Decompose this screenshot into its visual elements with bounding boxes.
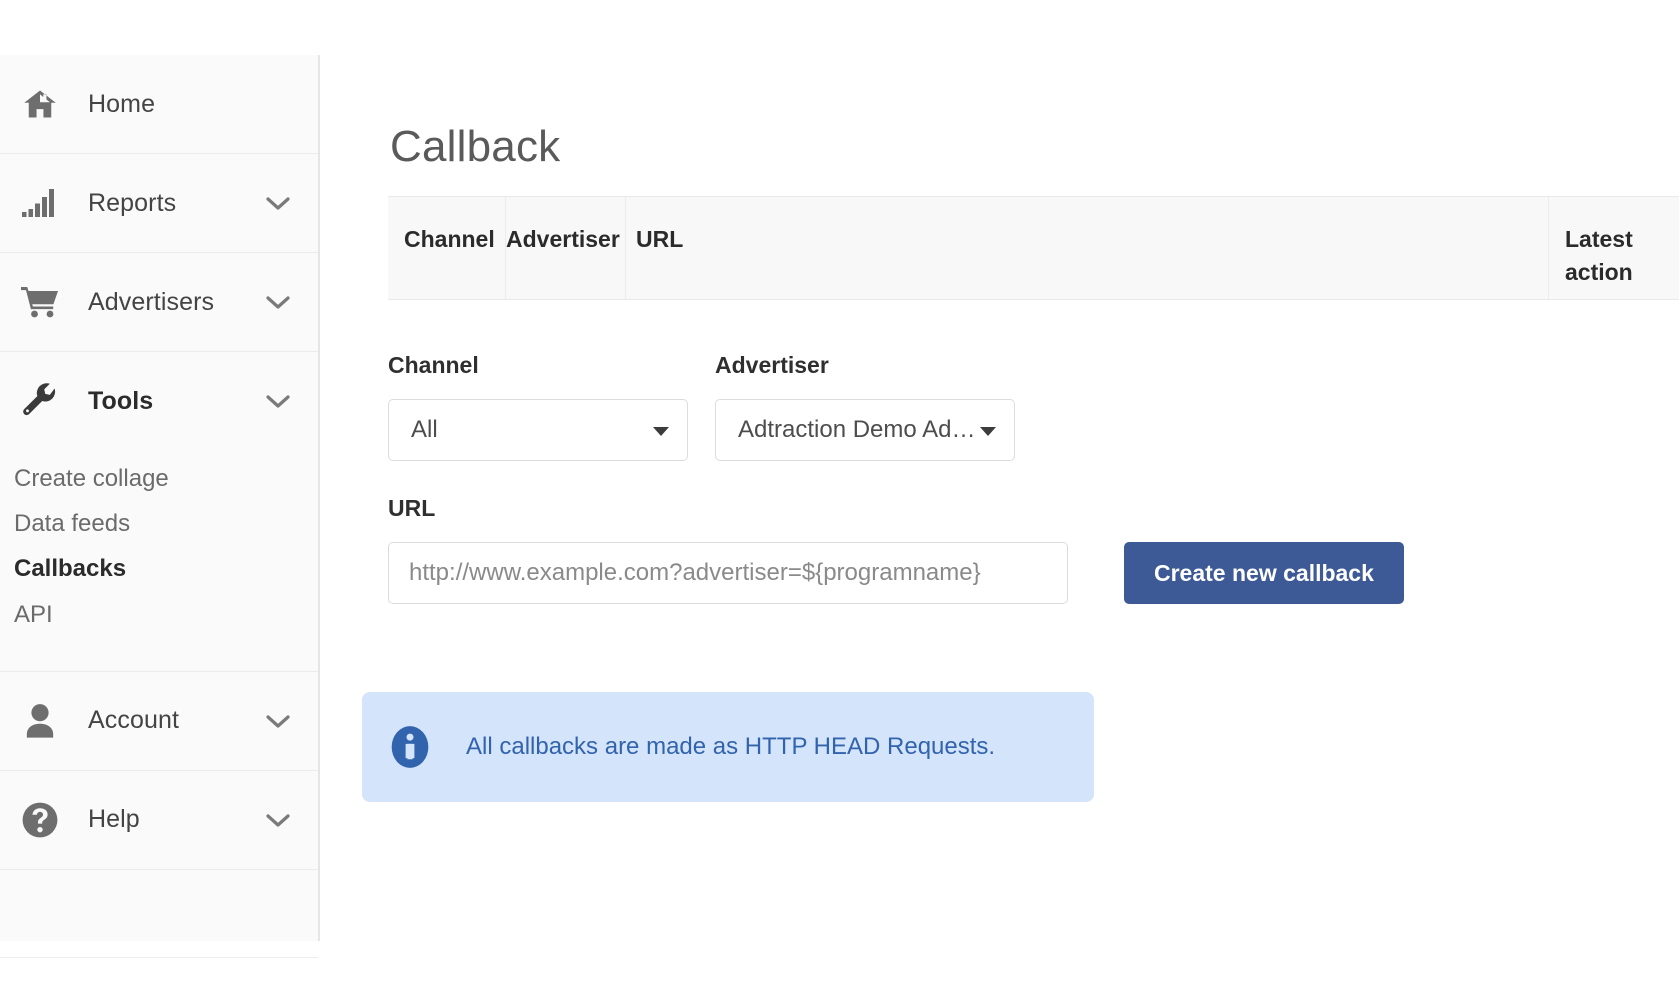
- sidebar-item-label: Advertisers: [88, 287, 215, 316]
- url-input[interactable]: [388, 542, 1068, 604]
- sidebar-item-reports[interactable]: Reports: [0, 154, 318, 253]
- chevron-down-icon[interactable]: [264, 194, 292, 212]
- sidebar-item-home[interactable]: Home: [0, 55, 318, 154]
- sidebar-subitem-api[interactable]: API: [0, 592, 318, 637]
- sidebar-item-account[interactable]: Account: [0, 672, 318, 771]
- table-header-advertiser: Advertiser: [506, 197, 626, 299]
- chevron-down-icon: [653, 427, 669, 436]
- filter-row: Channel All Advertiser Adtraction Demo A…: [388, 352, 1015, 461]
- sidebar-item-label: Tools: [88, 386, 154, 415]
- info-circle-icon: [388, 725, 432, 769]
- table-header-row: Channel Advertiser URL Latest action: [388, 196, 1679, 300]
- page-title: Callback: [390, 122, 561, 171]
- wrench-icon: [14, 382, 66, 420]
- sidebar-item-label: Account: [88, 706, 180, 735]
- chevron-down-icon: [980, 427, 996, 436]
- table-header-url: URL: [626, 197, 1549, 299]
- sidebar-subitem-data-feeds[interactable]: Data feeds: [0, 501, 318, 546]
- create-new-callback-button[interactable]: Create new callback: [1124, 542, 1404, 604]
- sidebar-item-label: Home: [88, 89, 156, 118]
- question-circle-icon: [14, 801, 66, 839]
- table-header-channel: Channel: [388, 197, 506, 299]
- callbacks-table: Channel Advertiser URL Latest action: [388, 196, 1679, 300]
- channel-label: Channel: [388, 352, 479, 378]
- info-alert-text: All callbacks are made as HTTP HEAD Requ…: [466, 733, 996, 760]
- home-icon: [14, 86, 66, 122]
- channel-select[interactable]: All: [388, 399, 688, 461]
- sidebar-item-label: Help: [88, 805, 140, 834]
- sidebar-subitem-callbacks[interactable]: Callbacks: [0, 546, 318, 591]
- bar-chart-icon: [14, 188, 66, 218]
- advertiser-field: Advertiser Adtraction Demo Ad…: [715, 352, 1015, 461]
- info-alert: All callbacks are made as HTTP HEAD Requ…: [362, 692, 1094, 802]
- sidebar-item-advertisers[interactable]: Advertisers: [0, 253, 318, 352]
- main-content: Callback Channel Advertiser URL Latest a…: [320, 0, 1679, 1000]
- url-label: URL: [388, 495, 436, 521]
- advertiser-select[interactable]: Adtraction Demo Ad…: [715, 399, 1015, 461]
- shopping-cart-icon: [14, 286, 66, 318]
- chevron-down-icon[interactable]: [264, 712, 292, 730]
- sidebar-subitem-create-collage[interactable]: Create collage: [0, 456, 318, 501]
- sidebar-item-tools[interactable]: Tools: [0, 352, 318, 450]
- channel-select-value: All: [411, 416, 438, 443]
- sidebar-item-label: Reports: [88, 188, 177, 217]
- url-field: URL: [388, 495, 1068, 604]
- chevron-down-icon[interactable]: [264, 293, 292, 311]
- advertiser-select-value: Adtraction Demo Ad…: [738, 416, 976, 443]
- chevron-down-icon[interactable]: [264, 392, 292, 410]
- url-row: URL Create new callback: [388, 495, 1404, 604]
- channel-field: Channel All: [388, 352, 688, 461]
- sidebar-section-tools: Tools Create collage Data feeds Callback…: [0, 352, 318, 672]
- user-icon: [14, 703, 66, 739]
- sidebar: Home Reports Advertisers Tools Create co…: [0, 55, 320, 958]
- sidebar-item-help[interactable]: Help: [0, 771, 318, 870]
- sidebar-bottom-spacer: [0, 870, 318, 958]
- table-header-latest-action: Latest action: [1565, 226, 1633, 286]
- tools-submenu: Create collage Data feeds Callbacks API: [0, 450, 318, 671]
- chevron-down-icon[interactable]: [264, 811, 292, 829]
- advertiser-label: Advertiser: [715, 352, 829, 378]
